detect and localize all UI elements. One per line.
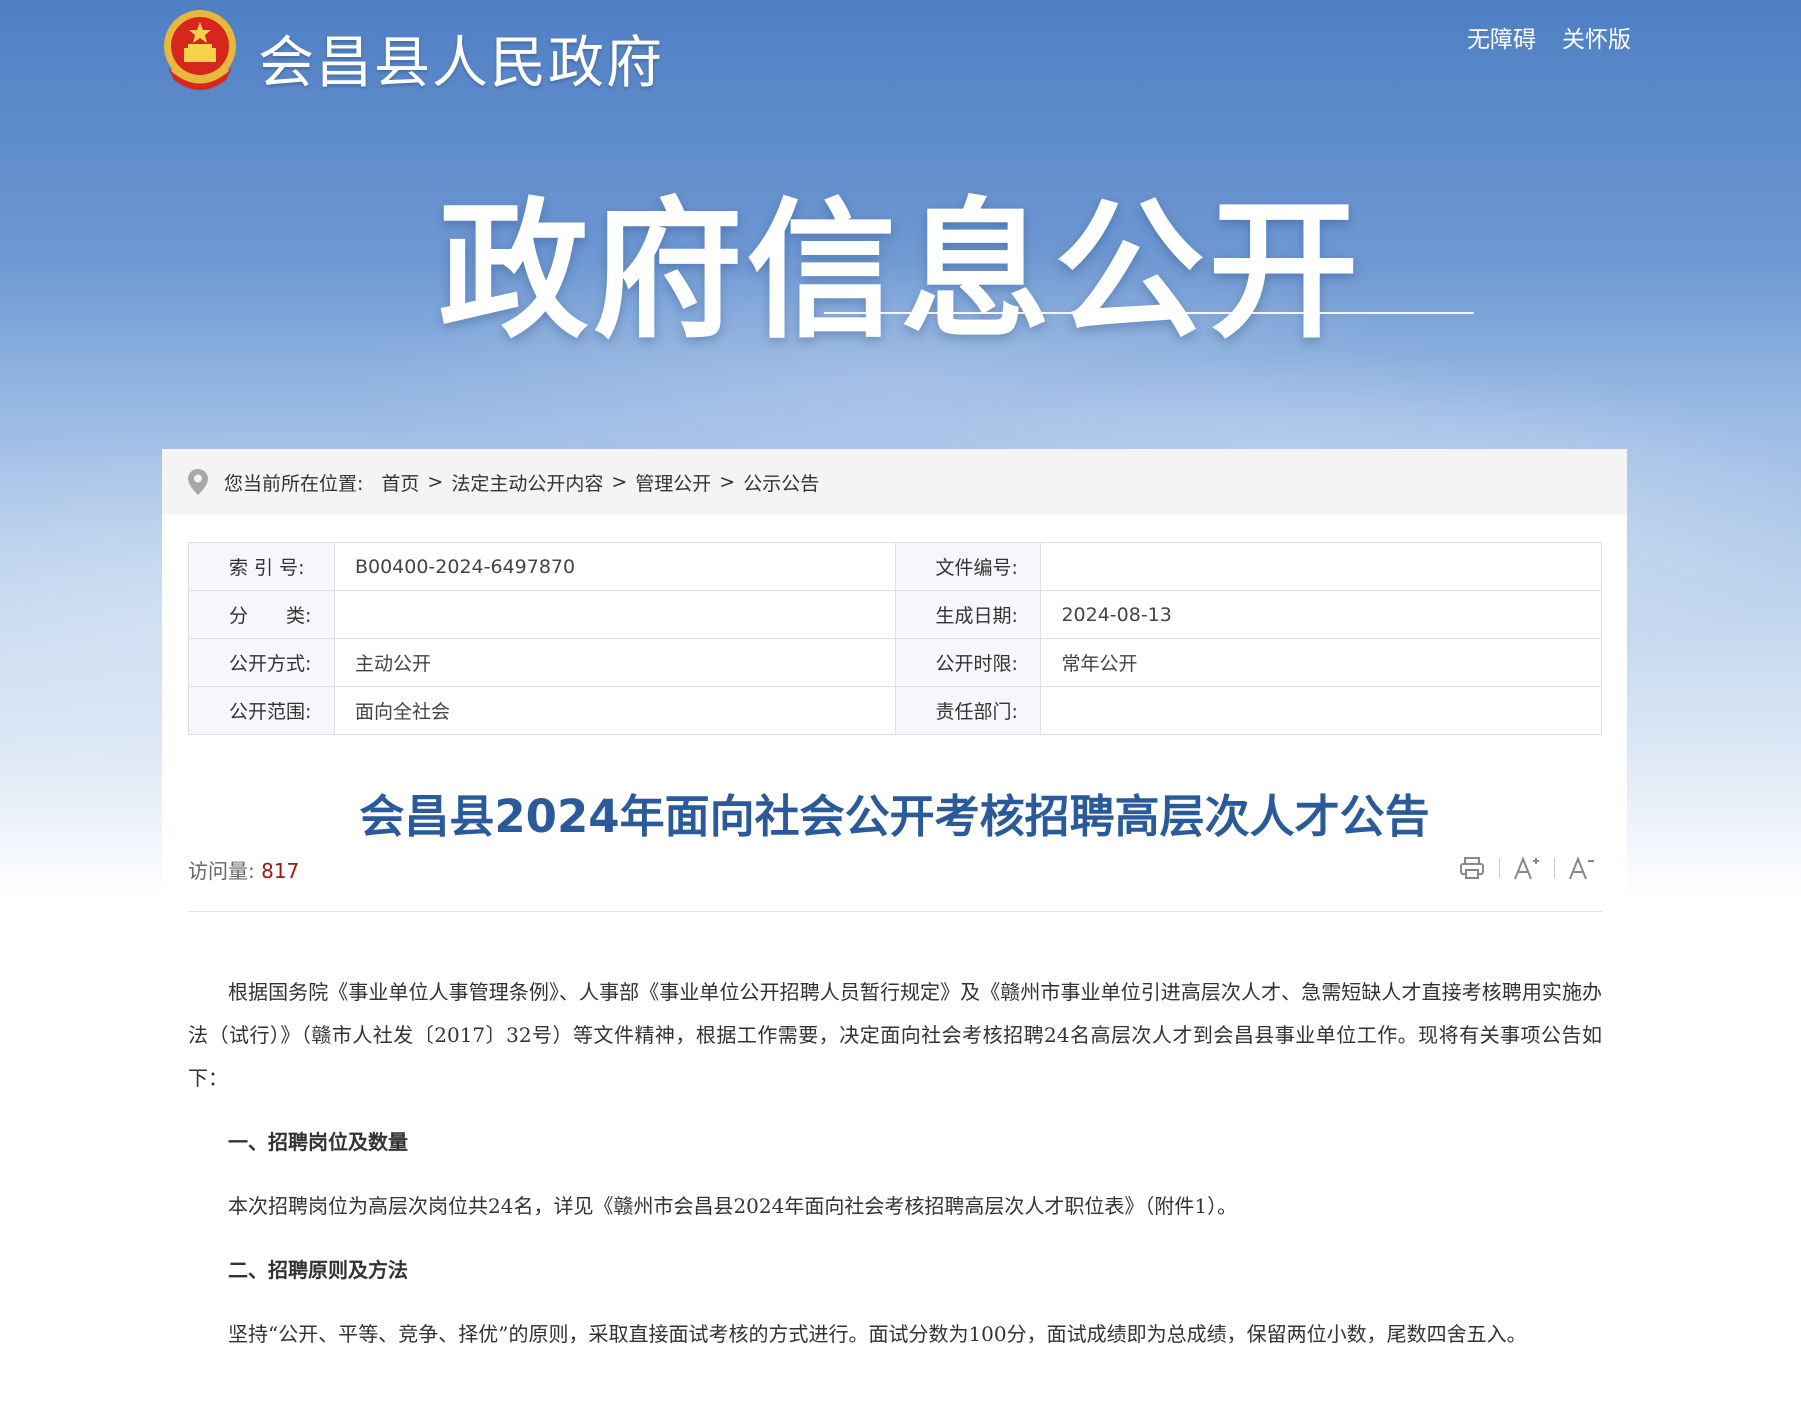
article-title: 会昌县2024年面向社会公开考核招聘高层次人才公告 [359,790,1430,843]
category-value [333,590,896,639]
breadcrumb-statutory-disclosure[interactable]: 法定主动公开内容 [451,469,603,496]
document-metadata-table: 索 引 号: B00400-2024-6497870 文件编号: 分 类: 生成… [188,542,1602,735]
table-row: 公开范围: 面向全社会 责任部门: [188,686,1602,735]
banner-underline [824,312,1474,314]
article-paragraph: 坚持“公开、平等、竞争、择优”的原则，采取直接面试考核的方式进行。面试分数为10… [228,1322,1527,1346]
article-body: 根据国务院《事业单位人事管理条例》、人事部《事业单位公开招聘人员暂行规定》及《赣… [188,971,1602,1377]
tool-divider [1499,858,1500,878]
accessibility-link[interactable]: 无障碍 [1467,20,1536,54]
breadcrumb-separator: > [427,471,444,493]
breadcrumb: 您当前所在位置: 首页 > 法定主动公开内容 > 管理公开 > 公示公告 [162,449,1627,515]
emblem-icon [164,10,236,90]
top-links: 无障碍 关怀版 [1467,20,1631,54]
font-decrease-icon [1569,856,1594,880]
breadcrumb-separator: > [719,471,736,493]
disclosure-scope-label: 公开范围: [188,686,335,735]
breadcrumb-announcements[interactable]: 公示公告 [743,469,819,496]
breadcrumb-separator: > [611,471,628,493]
font-decrease-button[interactable] [1567,853,1597,883]
created-date-value: 2024-08-13 [1040,590,1602,639]
print-icon [1460,857,1484,879]
visit-count: 访问量: 817 [188,855,299,884]
tool-divider [1554,858,1555,878]
breadcrumb-management-disclosure[interactable]: 管理公开 [635,469,711,496]
font-increase-button[interactable] [1512,853,1542,883]
table-row: 公开方式: 主动公开 公开时限: 常年公开 [188,638,1602,687]
breadcrumb-home[interactable]: 首页 [381,469,419,496]
elder-care-mode-link[interactable]: 关怀版 [1562,20,1631,54]
document-number-value [1040,542,1602,591]
site-title[interactable]: 会昌县人民政府 [258,18,664,99]
visit-count-value: 817 [261,859,300,883]
content-panel: 您当前所在位置: 首页 > 法定主动公开内容 > 管理公开 > 公示公告 索 引… [162,449,1627,1402]
article-tools [1457,853,1597,883]
disclosure-scope-value: 面向全社会 [333,686,896,735]
location-pin-icon [188,469,208,495]
disclosure-period-label: 公开时限: [894,638,1042,687]
banner-title: 政府信息公开 [438,185,1363,359]
created-date-label: 生成日期: [894,590,1042,639]
table-row: 分 类: 生成日期: 2024-08-13 [188,590,1602,639]
category-label: 分 类: [188,590,335,639]
section-heading: 二、招聘原则及方法 [228,1258,408,1282]
document-number-label: 文件编号: [894,542,1042,591]
index-number-value: B00400-2024-6497870 [333,542,896,591]
font-increase-icon [1514,856,1539,880]
section-heading: 一、招聘岗位及数量 [228,1130,408,1154]
article-paragraph: 本次招聘岗位为高层次岗位共24名，详见《赣州市会昌县2024年面向社会考核招聘高… [228,1194,1238,1218]
table-row: 索 引 号: B00400-2024-6497870 文件编号: [188,542,1602,591]
disclosure-method-label: 公开方式: [188,638,335,687]
index-number-label: 索 引 号: [188,542,335,591]
disclosure-period-value: 常年公开 [1040,638,1602,687]
site-header: 会昌县人民政府 无障碍 关怀版 [0,0,1801,110]
print-button[interactable] [1457,853,1487,883]
breadcrumb-prefix: 您当前所在位置: [224,472,364,495]
visit-count-label: 访问量: [188,859,255,883]
disclosure-method-value: 主动公开 [333,638,896,687]
responsible-department-value [1040,686,1602,735]
title-divider [188,911,1602,912]
article-paragraph: 根据国务院《事业单位人事管理条例》、人事部《事业单位公开招聘人员暂行规定》及《赣… [188,980,1602,1090]
responsible-department-label: 责任部门: [894,686,1042,735]
